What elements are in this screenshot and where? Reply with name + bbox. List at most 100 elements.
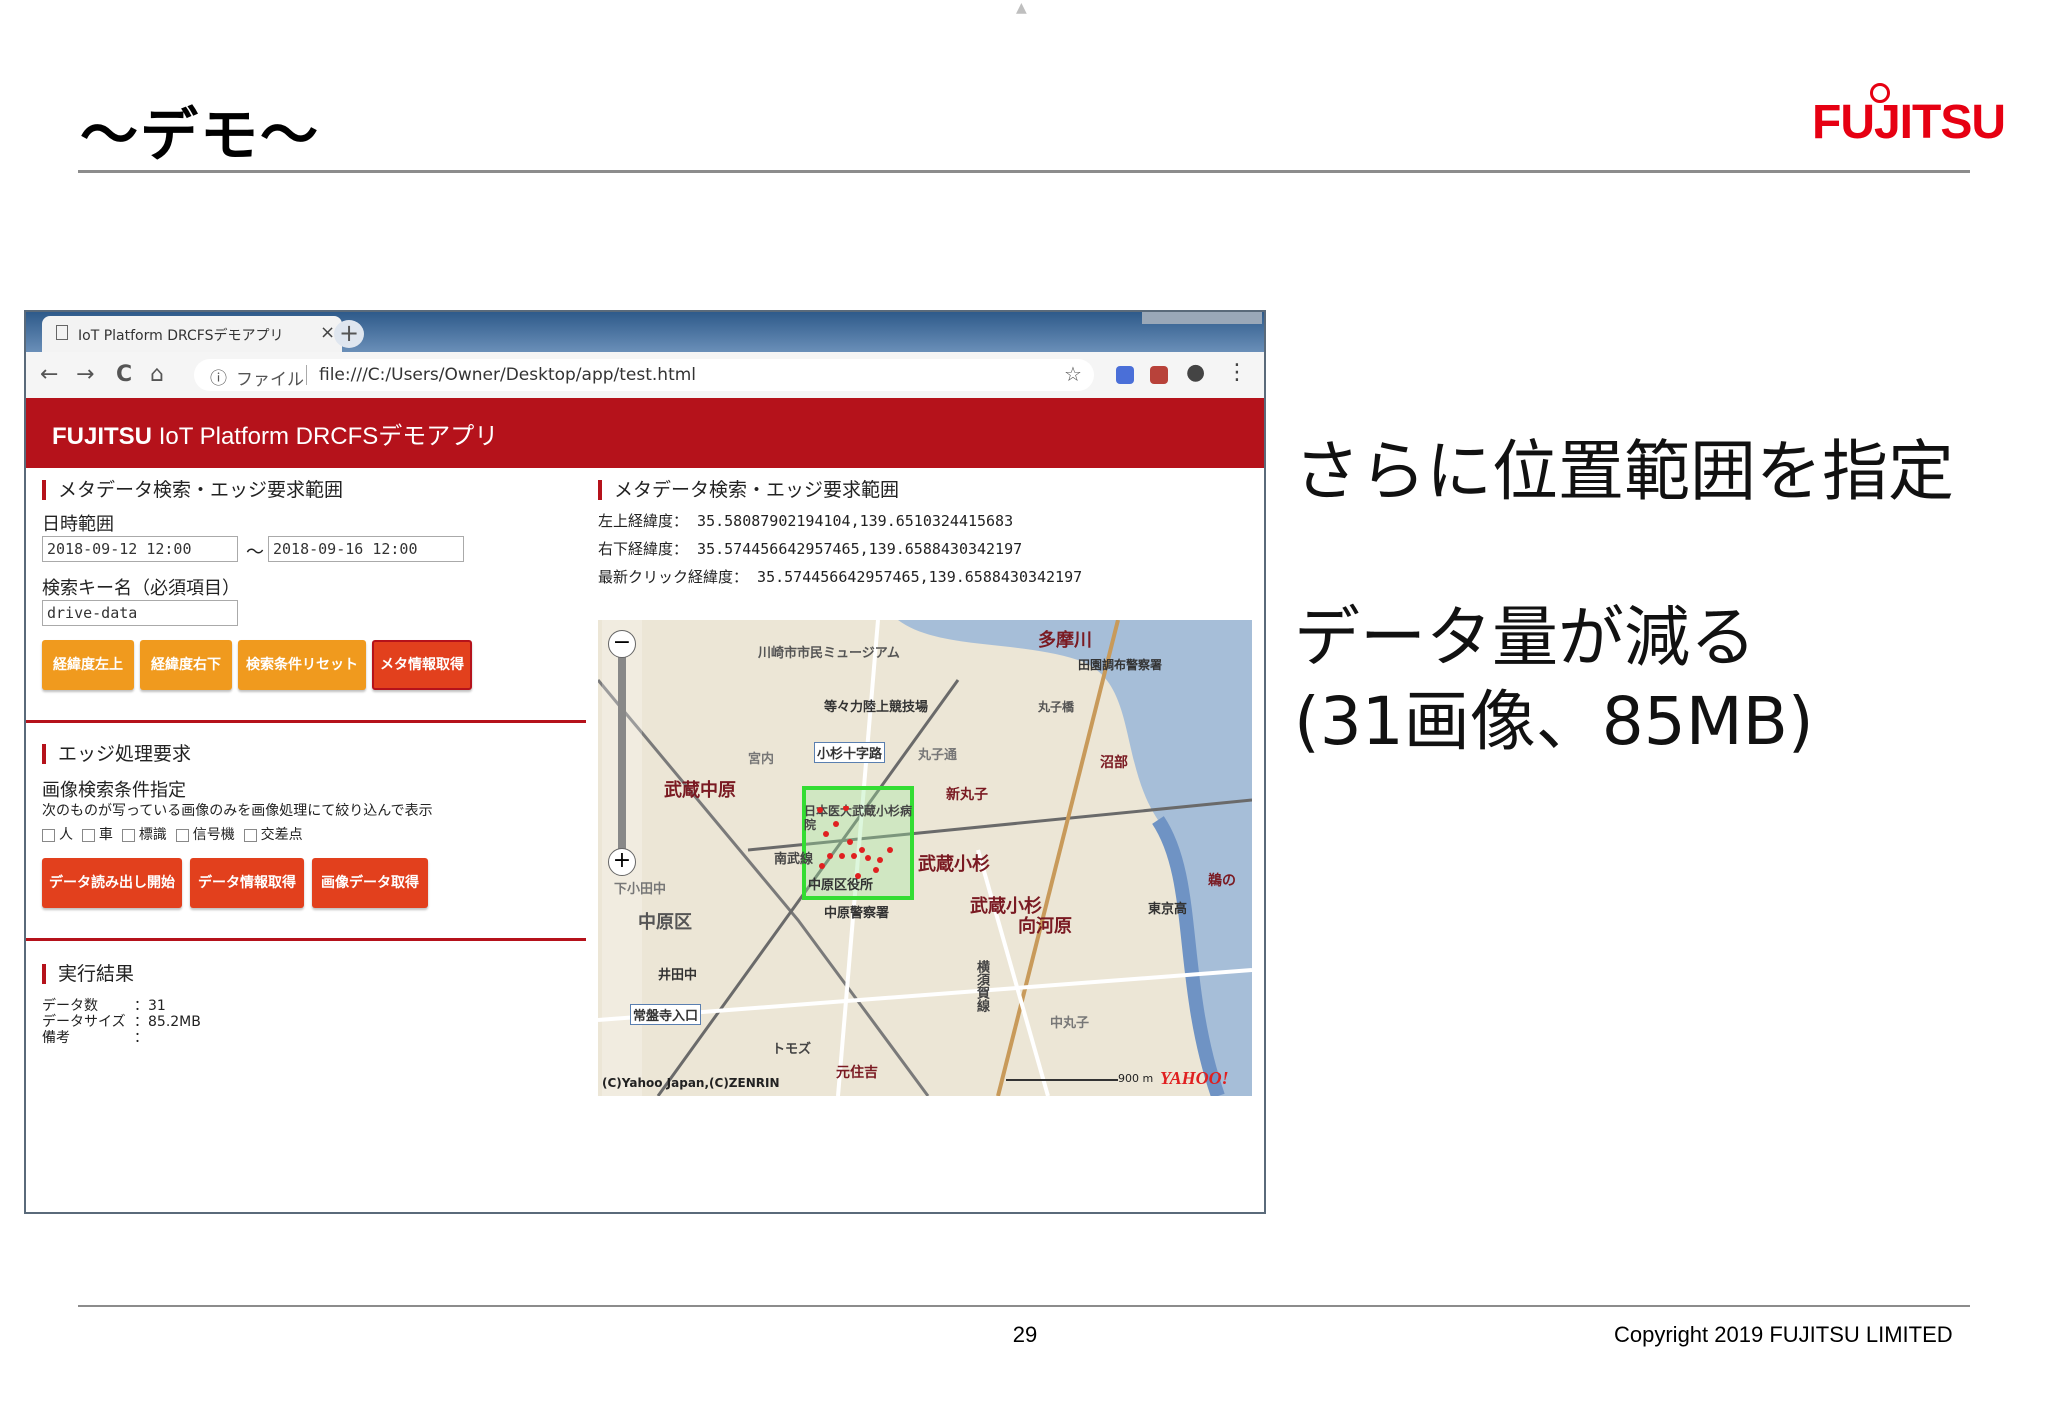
date-range-label: 日時範囲: [42, 514, 114, 535]
latlng-top-left-button[interactable]: 経緯度左上: [42, 640, 134, 690]
checkbox-intersection[interactable]: 交差点: [243, 827, 303, 843]
map-label: 丸子橋: [1038, 700, 1075, 714]
coord-top-left: 左上経緯度： 35.58087902194104,139.65103244156…: [598, 512, 1014, 530]
info-icon[interactable]: ⓘ: [210, 364, 227, 389]
app-logo: FUJITSU: [52, 423, 153, 450]
result-section-title: 実行結果: [42, 964, 134, 984]
coord-bottom-right: 右下経緯度： 35.574456642957465,139.6588430342…: [598, 540, 1023, 558]
url-text[interactable]: file:///C:/Users/Owner/Desktop/app/test.…: [306, 365, 696, 385]
image-filter-description: 次のものが写っている画像のみを画像処理にて絞り込んで表示: [42, 803, 433, 819]
map-label: 等々力陸上競技場: [824, 700, 929, 715]
tab-strip: IoT Platform DRCFSデモアプリ × +: [26, 312, 1264, 352]
copyright: Copyright 2019 FUJITSU LIMITED: [1614, 1322, 1953, 1347]
browser-window: IoT Platform DRCFSデモアプリ × + ← → C ⌂ ⓘ ファ…: [24, 310, 1266, 1214]
page-icon: [56, 325, 68, 340]
metadata-section-title: メタデータ検索・エッジ要求範囲: [42, 480, 343, 500]
date-to-input[interactable]: 2018-09-16 12:00: [268, 536, 464, 562]
zoom-in-button[interactable]: +: [608, 848, 636, 876]
browser-tab[interactable]: IoT Platform DRCFSデモアプリ ×: [42, 316, 342, 352]
map-label: 多摩川: [1038, 630, 1092, 651]
right-section-title: メタデータ検索・エッジ要求範囲: [598, 480, 899, 500]
map-label: 横須賀線: [974, 960, 989, 1012]
title-divider: [78, 170, 1970, 173]
map-label: 東京高: [1148, 902, 1188, 917]
search-key-label: 検索キー名（必須項目）: [42, 578, 240, 599]
window-controls[interactable]: [1142, 312, 1262, 324]
map-label: トモズ: [772, 1042, 812, 1057]
close-tab-icon[interactable]: ×: [320, 322, 335, 343]
image-filter-label: 画像検索条件指定: [42, 780, 186, 801]
map-label: 沼部: [1100, 755, 1128, 771]
result-row: 備考：: [42, 1030, 148, 1046]
map-scale: 900 m: [1118, 1072, 1154, 1085]
extension-pdf-icon[interactable]: [1150, 366, 1168, 384]
map-label: 常盤寺入口: [630, 1004, 702, 1025]
checkbox-signal[interactable]: 信号機: [175, 827, 235, 843]
result-list: データ数 ：31 データサイズ ：85.2MB 備考：: [42, 998, 201, 1046]
map-label: 中原区: [638, 912, 692, 933]
address-bar[interactable]: ⓘ ファイル file:///C:/Users/Owner/Desktop/ap…: [194, 359, 1094, 391]
search-key-input[interactable]: drive-data: [42, 600, 238, 626]
url-scheme-label: ファイル: [236, 370, 304, 390]
checkbox-sign[interactable]: 標識: [121, 827, 167, 843]
result-row: データ数 ：31: [42, 998, 166, 1014]
map-label: 丸子通: [918, 748, 958, 763]
reset-search-button[interactable]: 検索条件リセット: [238, 640, 366, 690]
checkbox-car[interactable]: 車: [81, 827, 113, 843]
map-label: 小杉十字路: [814, 742, 886, 763]
map-label: 武蔵小杉: [918, 854, 990, 875]
app-title-text: IoT Platform DRCFSデモアプリ: [158, 423, 499, 450]
latlng-bottom-right-button[interactable]: 経緯度右下: [140, 640, 232, 690]
app-title: FUJITSU IoT Platform DRCFSデモアプリ: [52, 416, 498, 451]
map-label: 新丸子: [946, 787, 988, 803]
map-label: 向河原: [1018, 916, 1072, 937]
map-label: 鵜の: [1208, 873, 1236, 889]
map-label: 宮内: [748, 752, 775, 767]
logo-ring-icon: [1870, 83, 1890, 103]
get-data-info-button[interactable]: データ情報取得: [190, 858, 304, 908]
home-icon[interactable]: ⌂: [150, 362, 164, 387]
yahoo-logo: YAHOO!: [1160, 1068, 1229, 1088]
menu-icon[interactable]: ⋮: [1226, 360, 1248, 385]
reload-icon[interactable]: C: [116, 362, 132, 387]
map-label: 下小田中: [614, 882, 667, 897]
map-label: 中原警察署: [824, 906, 890, 921]
start-read-button[interactable]: データ読み出し開始: [42, 858, 182, 908]
back-icon[interactable]: ←: [40, 362, 58, 387]
zoom-out-button[interactable]: −: [608, 630, 636, 658]
extension-shield-icon[interactable]: [1116, 366, 1134, 384]
get-image-data-button[interactable]: 画像データ取得: [312, 858, 428, 908]
bookmark-star-icon[interactable]: ☆: [1064, 362, 1082, 386]
scroll-up-icon[interactable]: ▲: [1016, 0, 1027, 16]
map-label: 武蔵中原: [664, 780, 736, 801]
browser-toolbar: ← → C ⌂ ⓘ ファイル file:///C:/Users/Owner/De…: [26, 352, 1264, 399]
date-from-input[interactable]: 2018-09-12 12:00: [42, 536, 238, 562]
section-divider: [26, 720, 586, 723]
checkbox-person[interactable]: 人: [42, 827, 73, 843]
side-text-2: データ量が減る: [1294, 599, 1756, 676]
map-label: 田園調布警察署: [1078, 658, 1163, 672]
fujitsu-logo: FUJITSU: [1812, 83, 2006, 165]
tab-title: IoT Platform DRCFSデモアプリ: [78, 328, 284, 344]
side-text-3: (31画像、85MB): [1294, 683, 1814, 760]
slide-title: 〜デモ〜: [80, 101, 321, 169]
get-metadata-button[interactable]: メタ情報取得: [372, 640, 472, 690]
forward-icon[interactable]: →: [76, 362, 94, 387]
map-label: 川崎市市民ミュージアム: [758, 646, 900, 661]
map-copyright: (C)Yahoo Japan,(C)ZENRIN: [602, 1076, 780, 1090]
map-label: 元住吉: [836, 1065, 878, 1081]
page-number: 29: [1012, 1322, 1038, 1347]
map-label: 中丸子: [1050, 1016, 1090, 1031]
account-icon[interactable]: ●: [1186, 360, 1205, 385]
logo-text: FUJITSU: [1812, 96, 2006, 149]
map-view[interactable]: − + 多摩川 武蔵中原 新丸子 武蔵小杉 武蔵小杉 向河原 沼部 元住吉 中原…: [598, 620, 1252, 1096]
filter-checkboxes: 人 車 標識 信号機 交差点: [42, 824, 303, 844]
coord-last-click: 最新クリック経緯度： 35.574456642957465,139.658843…: [598, 568, 1083, 586]
date-separator: 〜: [246, 542, 264, 563]
result-row: データサイズ ：85.2MB: [42, 1014, 201, 1030]
map-label: 井田中: [658, 968, 698, 983]
app-header: FUJITSU IoT Platform DRCFSデモアプリ: [26, 398, 1264, 468]
new-tab-button[interactable]: +: [334, 320, 364, 348]
edge-section-title: エッジ処理要求: [42, 744, 191, 764]
section-divider: [26, 938, 586, 941]
